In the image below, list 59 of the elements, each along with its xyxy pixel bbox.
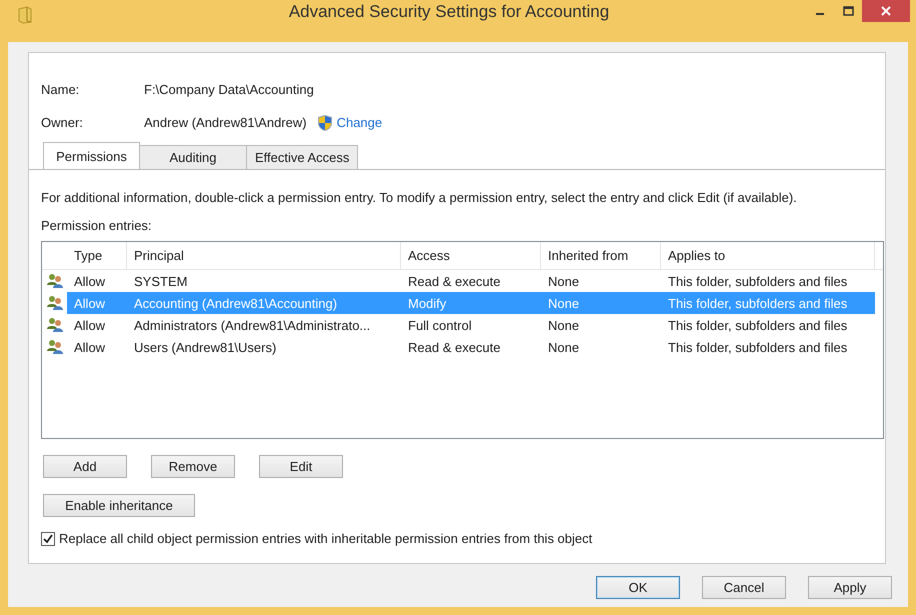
table-row[interactable]: Allow Users (Andrew81\Users) Read & execute None This folder, subfolders and files — [67, 336, 875, 358]
entry-button[interactable]: Remove — [151, 455, 235, 478]
table-cell-text: This folder, subfolders and files — [667, 316, 848, 334]
table-cell-text: This folder, subfolders and files — [667, 272, 848, 290]
column-header[interactable]: Applies to — [661, 242, 875, 269]
dialog-button[interactable]: Cancel — [702, 576, 786, 599]
shield-icon — [316, 114, 333, 132]
window-title: Advanced Security Settings for Accounting — [288, 2, 610, 22]
close-button[interactable] — [862, 0, 910, 22]
instructions-text: For additional information, double-click a permission entry. To modify a permission entry, select the entry and click Edit (if available). — [41, 190, 798, 205]
table-row[interactable]: Allow SYSTEM Read & execute None This folder, subfolders and files — [67, 270, 875, 292]
close-icon — [881, 6, 891, 16]
users-icon — [46, 295, 64, 311]
entry-button[interactable]: Edit — [259, 455, 343, 478]
table-cell-text: Modify — [407, 294, 448, 313]
checkbox[interactable] — [41, 532, 55, 546]
table-cell-text: Allow — [73, 272, 106, 290]
table-cell-text: None — [547, 272, 580, 290]
table-cell-text: None — [547, 338, 580, 356]
users-icon — [46, 273, 64, 289]
field-label: Name: — [41, 82, 80, 97]
folder-icon — [18, 6, 32, 24]
table-label: Permission entries: — [41, 218, 153, 233]
field-value: Andrew (Andrew81\Andrew) — [144, 115, 307, 130]
dialog-button[interactable]: OK — [596, 576, 680, 599]
table-cell-text: None — [547, 294, 580, 312]
table-cell-text: Read & execute — [407, 272, 502, 290]
table-cell-text: Allow — [73, 316, 106, 334]
column-header[interactable]: Type — [67, 242, 127, 269]
users-icon — [46, 317, 64, 333]
table-cell-text: Allow — [73, 338, 106, 356]
maximize-icon — [842, 6, 854, 16]
table-cell-text: This folder, subfolders and files — [667, 338, 848, 356]
column-header[interactable]: Inherited from — [541, 242, 661, 269]
change-link[interactable]: Change — [336, 115, 382, 130]
table-cell-text: This folder, subfolders and files — [667, 294, 848, 312]
users-icon — [46, 339, 64, 355]
checkbox-label: Replace all child object permission entries with inheritable permission entries from this object — [59, 531, 592, 546]
table-cell-text: None — [547, 316, 580, 334]
table-cell-text: Administrators (Andrew81\Administrato... — [133, 316, 372, 335]
tab[interactable]: Effective Access — [246, 145, 358, 169]
table-cell-text: Users (Andrew81\Users) — [133, 338, 278, 357]
column-header[interactable]: Principal — [127, 242, 401, 269]
tab[interactable]: Auditing — [139, 145, 247, 169]
check-icon — [43, 534, 53, 544]
table-cell-text: SYSTEM — [133, 272, 188, 290]
table-cell-text: Accounting (Andrew81\Accounting) — [133, 294, 338, 313]
column-header[interactable]: Access — [401, 242, 541, 269]
inheritance-button[interactable]: Enable inheritance — [43, 494, 195, 517]
field-value: F:\Company Data\Accounting — [144, 82, 314, 97]
minimize-icon — [816, 13, 824, 15]
table-cell-text: Read & execute — [407, 338, 502, 356]
field-label: Owner: — [41, 115, 84, 130]
table-cell-text: Full control — [407, 316, 473, 334]
table-row[interactable]: Allow Administrators (Andrew81\Administrato... Full control None This folder, subfolders and files — [67, 314, 875, 336]
table-cell-text: Allow — [73, 294, 106, 312]
entry-button[interactable]: Add — [43, 455, 127, 478]
dialog-button[interactable]: Apply — [808, 576, 892, 599]
tab[interactable]: Permissions — [43, 142, 140, 169]
